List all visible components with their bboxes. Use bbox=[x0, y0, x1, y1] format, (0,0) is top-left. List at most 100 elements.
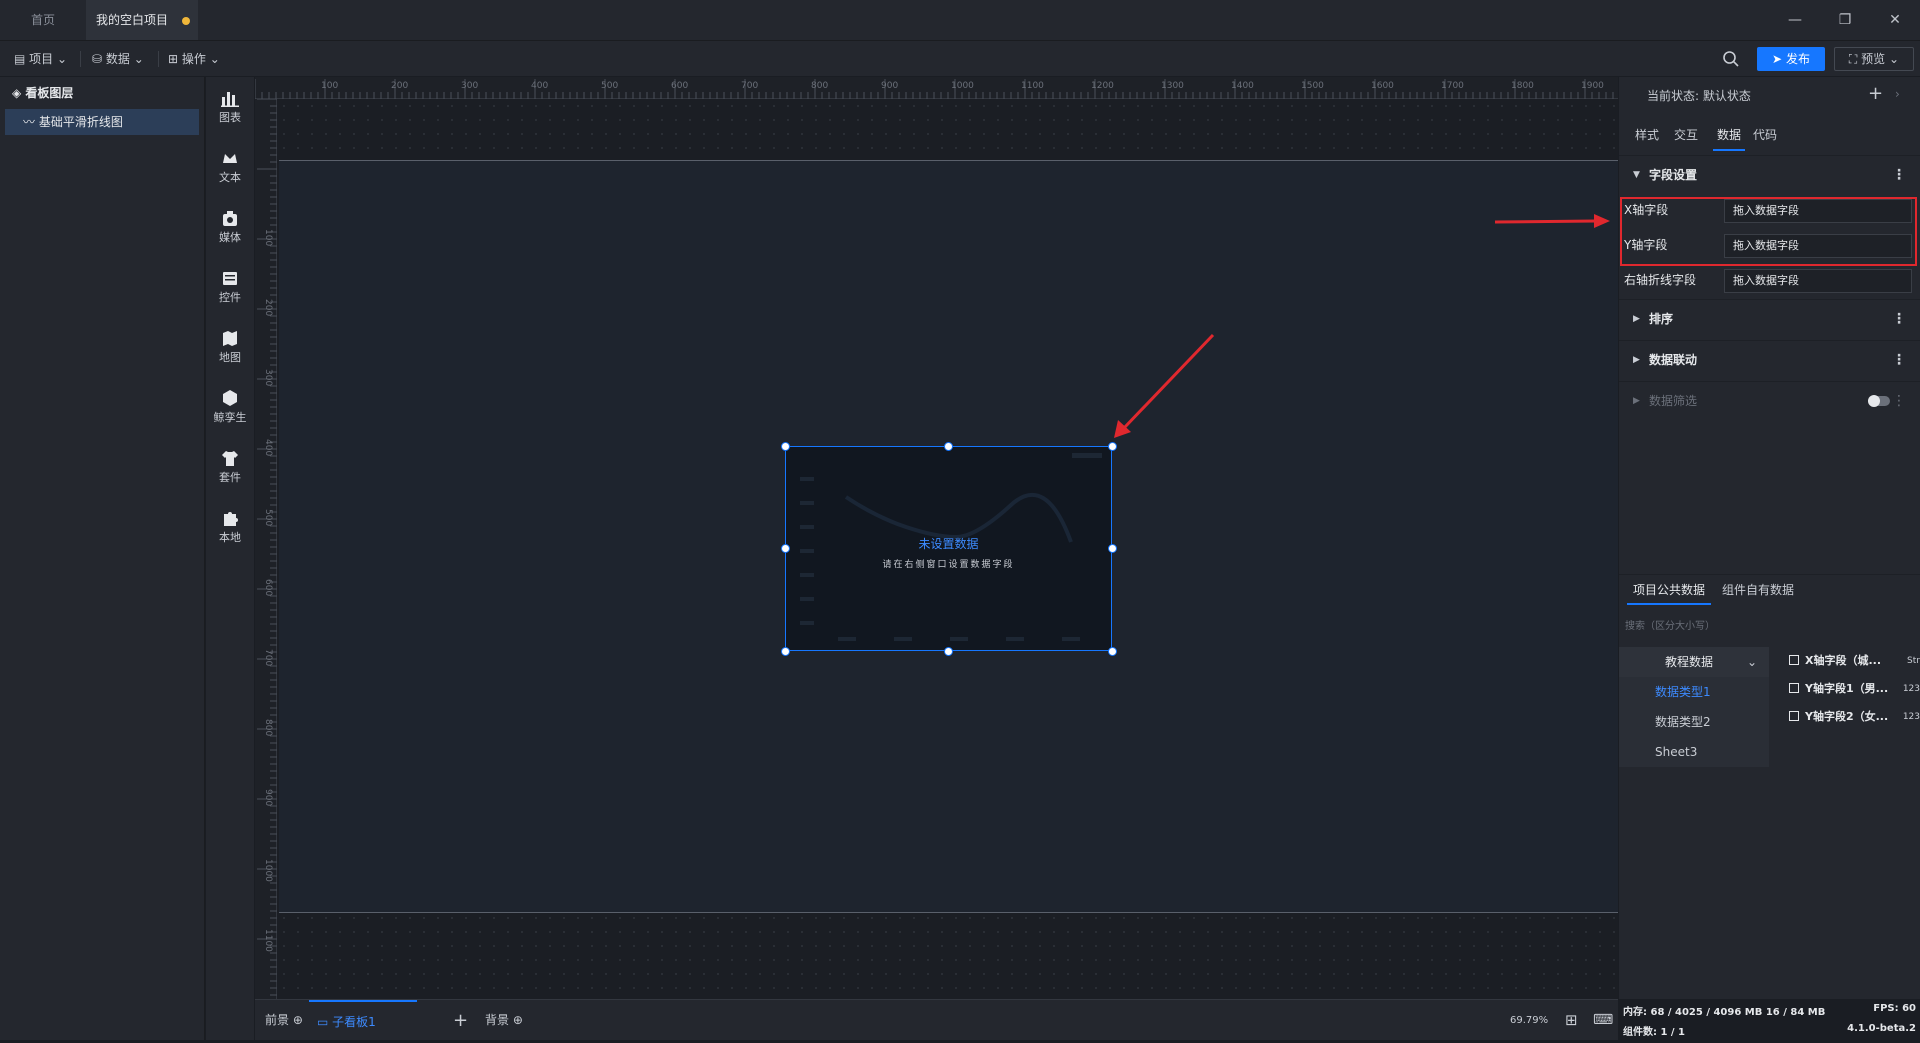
zoom-level[interactable]: 69.79% bbox=[1510, 1000, 1548, 1041]
more-icon[interactable]: ⋮ bbox=[1892, 156, 1906, 194]
filter-toggle[interactable] bbox=[1868, 395, 1890, 407]
add-circle-icon[interactable]: ⊕ bbox=[293, 1013, 303, 1027]
document-icon: ▤ bbox=[14, 52, 26, 66]
map-icon bbox=[223, 331, 237, 346]
resize-handle-se[interactable] bbox=[1108, 647, 1117, 656]
resize-handle-n[interactable] bbox=[944, 442, 953, 451]
ruler-label: 700 bbox=[741, 81, 758, 91]
tab-project[interactable]: 我的空白项目 bbox=[86, 0, 198, 40]
chevron-down-icon: ⌄ bbox=[133, 52, 144, 66]
ruler-horizontal-ticks: 100 200 300 400 500 600 700 800 900 1000 1100 1200 1… bbox=[255, 79, 1614, 99]
comp-chart[interactable]: 图表 bbox=[206, 83, 254, 133]
checkbox[interactable] bbox=[1789, 683, 1799, 693]
right-axis-field-input[interactable]: 拖入数据字段 bbox=[1724, 269, 1912, 293]
comp-text[interactable]: 文本 bbox=[206, 143, 254, 193]
comp-control[interactable]: 控件 bbox=[206, 263, 254, 313]
section-filter-label: 数据筛选 bbox=[1649, 394, 1698, 408]
comp-chart-label: 图表 bbox=[219, 111, 241, 124]
add-circle-icon[interactable]: ⊕ bbox=[513, 1013, 523, 1027]
cube-icon bbox=[223, 390, 237, 406]
ruler-label: 1100 bbox=[1021, 81, 1044, 91]
layer-item[interactable]: 〰 基础平滑折线图 bbox=[5, 109, 199, 135]
comp-map-label: 地图 bbox=[219, 351, 241, 364]
comp-media[interactable]: 媒体 bbox=[206, 203, 254, 253]
dataset-select[interactable]: 教程数据 ⌄ bbox=[1619, 647, 1769, 677]
sheet-item[interactable]: 数据类型1 bbox=[1619, 677, 1769, 707]
comp-kit[interactable]: 套件 bbox=[206, 443, 254, 493]
resize-handle-w[interactable] bbox=[781, 544, 790, 553]
comp-local[interactable]: 本地 bbox=[206, 503, 254, 553]
publish-button[interactable]: ➤ 发布 bbox=[1757, 47, 1825, 71]
restore-icon[interactable]: ❐ bbox=[1820, 0, 1870, 40]
resize-handle-s[interactable] bbox=[944, 647, 953, 656]
search-icon[interactable] bbox=[1721, 49, 1741, 69]
ruler-label: 1600 bbox=[1371, 81, 1394, 91]
tab-interaction[interactable]: 交互 bbox=[1674, 119, 1698, 151]
column-name: Y轴字段1（男... bbox=[1805, 682, 1889, 695]
chevron-down-icon: ⌄ bbox=[1746, 655, 1757, 669]
toolbar: ▤ 项目 ⌄ ⛁ 数据 ⌄ ⊞ 操作 ⌄ ➤ 发布 ⛶ 预览 ⌄ bbox=[0, 40, 1920, 76]
more-icon[interactable]: ⋮ bbox=[1892, 300, 1906, 338]
layers-icon: ◈ bbox=[12, 86, 22, 100]
preview-button[interactable]: ⛶ 预览 ⌄ bbox=[1834, 47, 1914, 71]
sheet-item[interactable]: Sheet3 bbox=[1619, 737, 1769, 767]
section-filter[interactable]: ▶ 数据筛选 ⋮ bbox=[1619, 381, 1920, 419]
more-icon[interactable]: ⋮ bbox=[1892, 382, 1906, 420]
comp-twin[interactable]: 鲸孪生 bbox=[206, 383, 254, 433]
menu-project[interactable]: ▤ 项目 ⌄ bbox=[14, 41, 67, 77]
menu-data[interactable]: ⛁ 数据 ⌄ bbox=[92, 41, 144, 77]
title-bar: 首页 我的空白项目 — ❐ ✕ bbox=[0, 0, 1920, 40]
ruler-label: 700 bbox=[263, 649, 273, 666]
layers-title-label: 看板图层 bbox=[25, 86, 74, 100]
tab-style[interactable]: 样式 bbox=[1635, 119, 1659, 151]
column-item[interactable]: Y轴字段2（女... 123 bbox=[1789, 703, 1920, 731]
back-layer-tab[interactable]: 背景 ⊕ bbox=[485, 1000, 523, 1041]
close-icon[interactable]: ✕ bbox=[1870, 0, 1920, 40]
bottom-bar: 前景 ⊕ ▭ 子看板1 + 背景 ⊕ 69.79% ⊞ ⌨ bbox=[255, 999, 1618, 1040]
board-tab[interactable]: ▭ 子看板1 bbox=[309, 1000, 417, 1041]
section-linkage[interactable]: ▶ 数据联动 ⋮ bbox=[1619, 340, 1920, 378]
checkbox[interactable] bbox=[1789, 711, 1799, 721]
add-state-icon[interactable]: + bbox=[1868, 83, 1883, 104]
layer-item-label: 基础平滑折线图 bbox=[38, 115, 123, 129]
comp-map[interactable]: 地图 bbox=[206, 323, 254, 373]
data-search-input[interactable]: 搜索（区分大小写） bbox=[1625, 617, 1715, 632]
ruler-label: 1900 bbox=[1581, 81, 1604, 91]
column-type: 123 bbox=[1902, 684, 1920, 694]
section-field-settings[interactable]: ▼ 字段设置 ⋮ bbox=[1619, 155, 1920, 193]
tab-project-data[interactable]: 项目公共数据 bbox=[1627, 575, 1712, 605]
ruler-label: 200 bbox=[263, 299, 273, 316]
more-icon[interactable]: ⋮ bbox=[1892, 341, 1906, 379]
tab-data[interactable]: 数据 bbox=[1713, 119, 1746, 151]
fit-screen-icon[interactable]: ⊞ bbox=[1565, 1000, 1578, 1041]
resize-handle-sw[interactable] bbox=[781, 647, 790, 656]
tab-code[interactable]: 代码 bbox=[1753, 119, 1777, 151]
checkbox[interactable] bbox=[1789, 655, 1799, 665]
tab-home[interactable]: 首页 bbox=[0, 0, 86, 40]
smooth-line-chart-widget[interactable]: 未设置数据 请在右侧窗口设置数据字段 bbox=[781, 442, 1117, 656]
section-sort[interactable]: ▶ 排序 ⋮ bbox=[1619, 299, 1920, 337]
resize-handle-e[interactable] bbox=[1108, 544, 1117, 553]
column-item[interactable]: X轴字段（城... Str bbox=[1789, 647, 1920, 675]
minimize-icon[interactable]: — bbox=[1770, 0, 1820, 40]
add-board-button[interactable]: + bbox=[453, 1000, 468, 1041]
tab-component-data[interactable]: 组件自有数据 bbox=[1722, 575, 1794, 605]
sheet-item[interactable]: 数据类型2 bbox=[1619, 707, 1769, 737]
caret-right-icon: ▶ bbox=[1633, 355, 1640, 365]
ruler-label: 1000 bbox=[951, 81, 974, 91]
resize-handle-nw[interactable] bbox=[781, 442, 790, 451]
menu-operation[interactable]: ⊞ 操作 ⌄ bbox=[168, 41, 220, 77]
resize-handle-ne[interactable] bbox=[1108, 442, 1117, 451]
keyboard-icon[interactable]: ⌨ bbox=[1593, 1000, 1613, 1041]
ruler-label: 300 bbox=[461, 81, 478, 91]
ruler-label: 800 bbox=[811, 81, 828, 91]
ruler-vertical: 100 200 300 400 500 600 700 800 900 1000 1100 bbox=[255, 99, 277, 999]
divider bbox=[80, 51, 81, 67]
section-sort-label: 排序 bbox=[1649, 312, 1674, 326]
front-layer-tab[interactable]: 前景 ⊕ bbox=[265, 1000, 303, 1041]
ruler-label: 1400 bbox=[1231, 81, 1254, 91]
column-item[interactable]: Y轴字段1（男... 123 bbox=[1789, 675, 1920, 703]
dataset-select-label: 教程数据 bbox=[1665, 655, 1714, 669]
chevron-right-icon[interactable]: › bbox=[1895, 87, 1900, 101]
no-data-hint: 请在右侧窗口设置数据字段 bbox=[882, 560, 1015, 570]
